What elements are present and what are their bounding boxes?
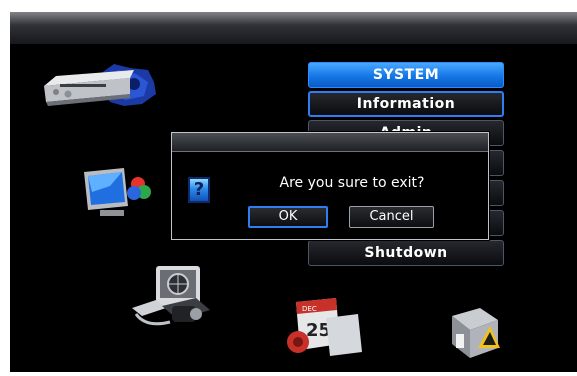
menu-item-label: Shutdown: [364, 245, 448, 261]
cancel-button[interactable]: Cancel: [349, 206, 434, 228]
ok-button[interactable]: OK: [248, 206, 328, 228]
calendar-month: DEC: [302, 305, 317, 313]
menu-item-label: Information: [356, 96, 456, 112]
system-tools-icon[interactable]: [442, 302, 506, 362]
dvr-device-icon[interactable]: [38, 56, 168, 114]
menu-item-information[interactable]: Information: [308, 91, 504, 117]
dvr-screen: DEC 25 SYSTEM Information Admin Shutdown…: [10, 12, 577, 372]
camera-network-icon[interactable]: [126, 262, 218, 332]
question-icon: ?: [188, 177, 210, 203]
system-menu-header[interactable]: SYSTEM: [308, 62, 504, 88]
exit-confirm-dialog: ? Are you sure to exit? OK Cancel: [171, 132, 489, 240]
top-bar: [10, 12, 577, 45]
dialog-message: Are you sure to exit?: [279, 175, 425, 191]
menu-item-shutdown[interactable]: Shutdown: [308, 240, 504, 266]
calendar-schedule-icon[interactable]: DEC 25: [286, 294, 366, 360]
display-icon[interactable]: [80, 164, 154, 220]
system-menu-header-label: SYSTEM: [372, 67, 440, 83]
dialog-titlebar: [172, 133, 488, 152]
